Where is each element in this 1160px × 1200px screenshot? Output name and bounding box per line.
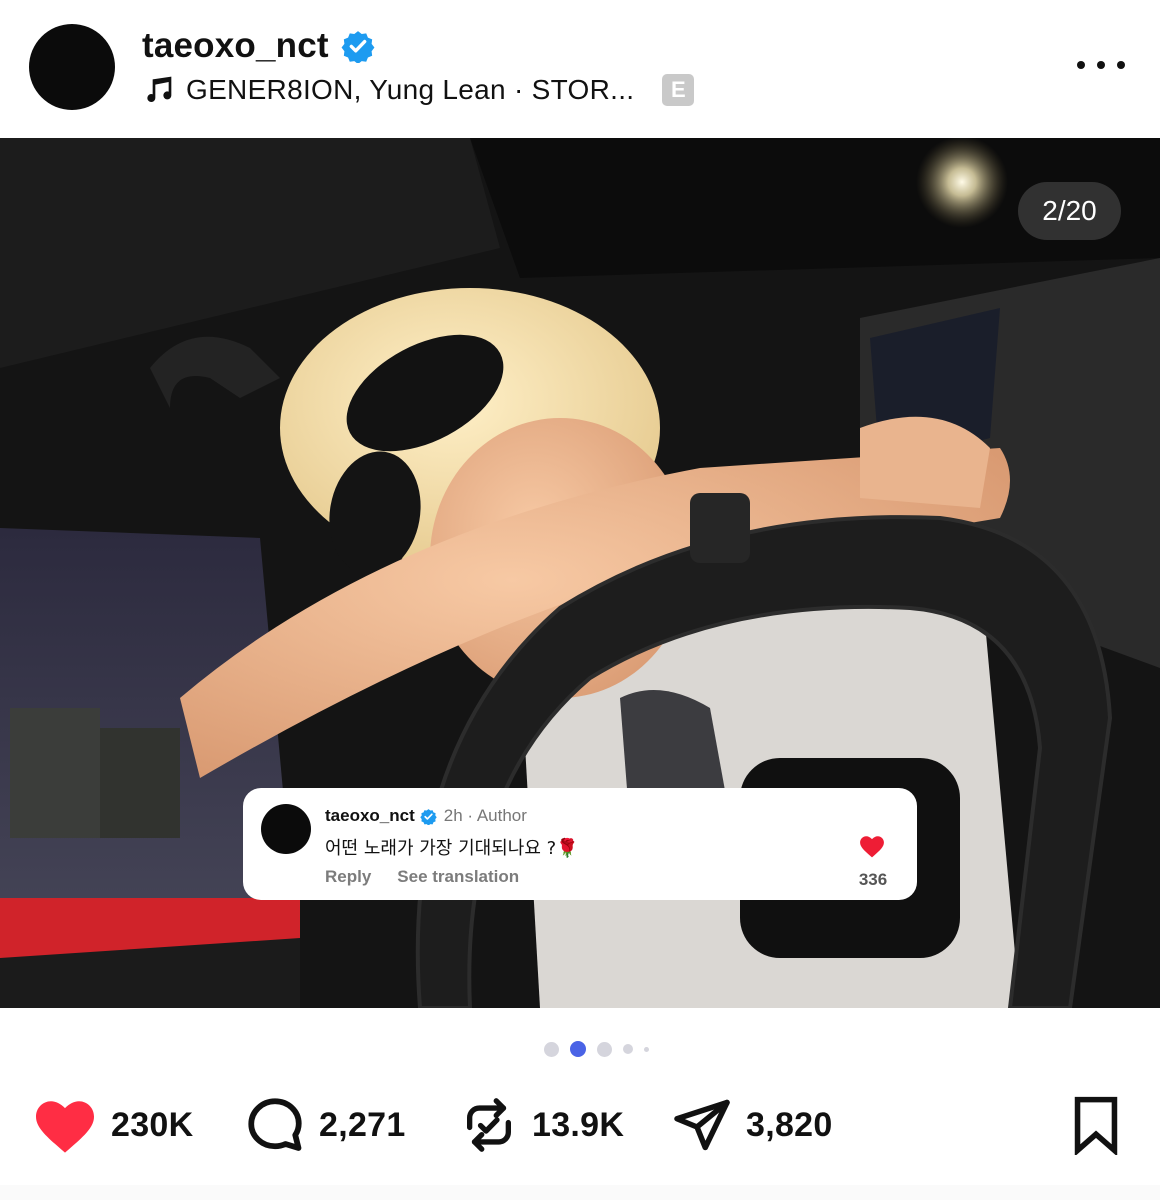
send-icon[interactable] [672, 1095, 732, 1155]
pager-dot [644, 1046, 649, 1052]
share-action[interactable]: 3,820 [672, 1090, 833, 1160]
comment-header: taeoxo_nct 2h · Author [325, 806, 527, 826]
verified-badge-icon [420, 808, 437, 825]
comment-avatar[interactable] [261, 804, 311, 854]
pager-dot-active [570, 1041, 586, 1057]
comment-action[interactable]: 2,271 [245, 1090, 406, 1160]
action-bar: 230K 2,271 13.9K 3,820 [0, 1090, 1160, 1160]
post-header: taeoxo_nct GENER8ION, Yung Lean · STOR..… [0, 0, 1160, 138]
verified-badge-icon [341, 31, 375, 63]
reply-button[interactable]: Reply [325, 867, 371, 887]
music-row[interactable]: GENER8ION, Yung Lean · STOR... E [142, 74, 695, 106]
pager-dot [597, 1041, 612, 1057]
more-dot [1117, 61, 1125, 69]
pager-dot [544, 1041, 559, 1057]
pinned-comment[interactable]: taeoxo_nct 2h · Author 어떤 노래가 가장 기대되나요 ?… [243, 788, 917, 900]
explicit-badge: E [662, 74, 695, 106]
bottom-divider [0, 1185, 1160, 1200]
comment-heart-icon[interactable] [859, 834, 885, 858]
comment-bubble-icon[interactable] [245, 1095, 305, 1155]
more-options-icon[interactable] [1077, 56, 1125, 74]
repost-icon[interactable] [460, 1096, 518, 1154]
repost-action[interactable]: 13.9K [460, 1090, 624, 1160]
media-counter: 2/20 [1018, 182, 1121, 240]
music-note-icon [147, 76, 172, 103]
like-action[interactable]: 230K [33, 1090, 193, 1160]
comment-count: 2,271 [319, 1105, 406, 1144]
bookmark-icon[interactable] [1068, 1095, 1124, 1155]
comment-like-count: 336 [858, 870, 888, 889]
author-avatar[interactable] [29, 24, 115, 110]
heart-icon[interactable] [33, 1096, 97, 1154]
post-page: taeoxo_nct GENER8ION, Yung Lean · STOR..… [0, 0, 1160, 1200]
music-title: GENER8ION, Yung Lean · STOR... [186, 74, 635, 105]
author-username[interactable]: taeoxo_nct [142, 26, 329, 66]
pager-dot [623, 1044, 633, 1054]
comment-text: 어떤 노래가 가장 기대되나요 ?🌹 [325, 838, 579, 859]
carousel-pager [544, 1040, 660, 1058]
share-count: 3,820 [746, 1105, 833, 1144]
repost-count: 13.9K [532, 1105, 625, 1144]
author-row: taeoxo_nct [142, 26, 375, 66]
more-dot [1077, 61, 1085, 69]
bookmark-action[interactable] [1068, 1090, 1124, 1160]
more-dot [1097, 61, 1105, 69]
comment-meta: 2h · Author [443, 806, 527, 825]
comment-username[interactable]: taeoxo_nct [325, 806, 415, 826]
see-translation-button[interactable]: See translation [397, 867, 519, 887]
comment-actions: Reply See translation [325, 867, 519, 887]
like-count: 230K [111, 1105, 194, 1144]
